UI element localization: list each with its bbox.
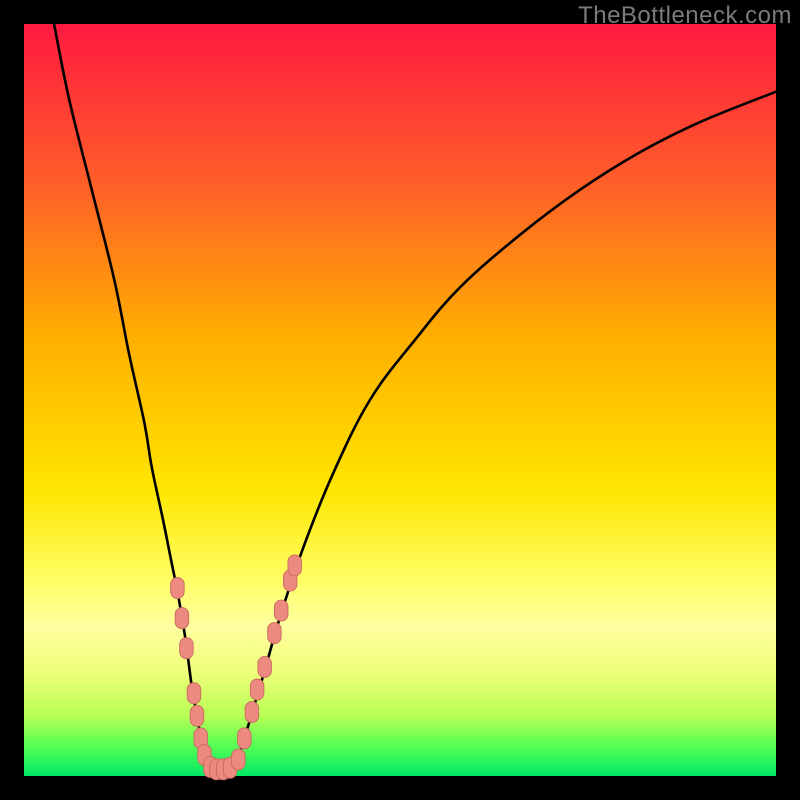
marker-dot (187, 683, 201, 704)
marker-dot (171, 577, 185, 598)
marker-dot (258, 656, 272, 677)
chart-frame: TheBottleneck.com (0, 0, 800, 800)
marker-dot (190, 705, 204, 726)
marker-dot (250, 679, 264, 700)
marker-dot (232, 749, 246, 770)
marker-dot (288, 555, 302, 576)
chart-svg (24, 24, 776, 776)
marker-dot (245, 702, 259, 723)
curve-right-branch (235, 92, 776, 767)
marker-dot (268, 623, 282, 644)
marker-dot (238, 728, 252, 749)
marker-dot (180, 638, 194, 659)
marker-dot (175, 608, 189, 629)
marker-dot (274, 600, 288, 621)
